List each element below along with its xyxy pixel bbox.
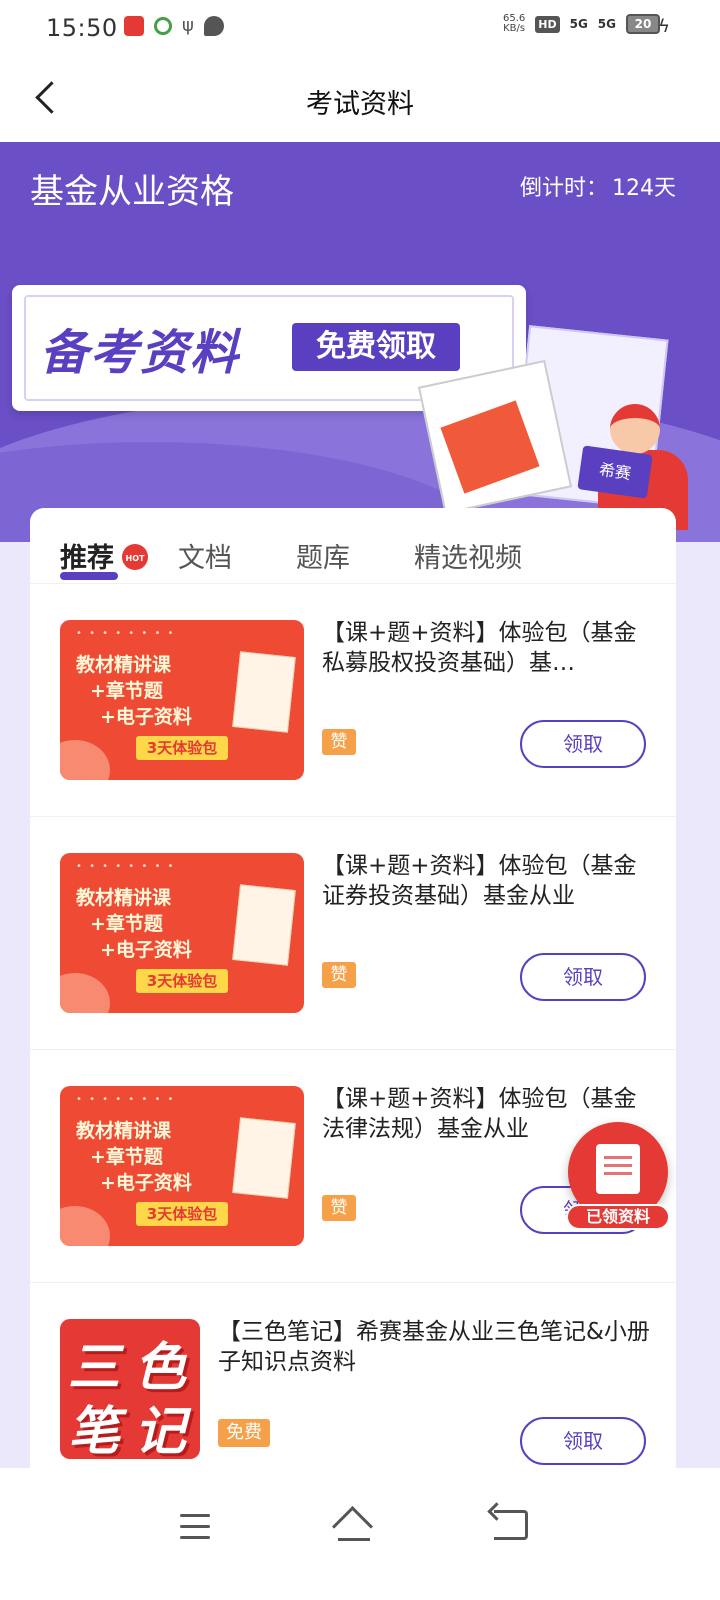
list-item[interactable]: 三 色 笔 记 【三色笔记】希赛基金从业三色笔记&小册子知识点资料 免费 领取 [30,1283,676,1468]
thumb-dots: • • • • • • • • [76,861,176,872]
category-tabs: 推荐 HOT 文档 题库 精选视频 [30,508,676,584]
chat-icon [203,16,224,36]
countdown-value: 124天 [612,176,676,201]
person-head-illustration [610,404,660,454]
exam-banner: 基金从业资格 倒计时： 124天 备考资料 免费领取 希赛 [0,142,720,542]
course-thumbnail: • • • • • • • • 教材精讲课 +章节题 +电子资料 3天体验包 [60,620,304,780]
certificate-title: 基金从业资格 [30,172,234,212]
claim-button[interactable]: 领取 [520,720,646,768]
status-bar: 15:50 ψ 65.6 KB/s HD 5G 5G 20 ϟ [0,0,720,56]
tab-question-bank[interactable]: 题库 [296,536,350,575]
free-tag: 免费 [218,1419,270,1447]
app-notification-icon [124,16,144,36]
praise-tag: 赞 [322,1195,356,1221]
tab-recommended[interactable]: 推荐 [60,536,114,575]
status-indicators: 65.6 KB/s HD 5G 5G 20 [503,14,660,34]
item-title[interactable]: 【课+题+资料】体验包（基金证券投资基础）基金从业 [322,851,652,911]
item-title[interactable]: 【课+题+资料】体验包（基金私募股权投资基础）基… [322,618,652,678]
exam-countdown: 倒计时： 124天 [520,170,676,202]
countdown-label: 倒计时： [519,176,608,201]
thumb-line-2: +章节题 [90,913,163,935]
menu-icon[interactable] [180,1514,212,1540]
list-item[interactable]: • • • • • • • • 教材精讲课 +章节题 +电子资料 3天体验包 【… [30,584,676,817]
thumb-line-2: +章节题 [90,1146,163,1168]
signal-icon-1: 5G [569,17,588,31]
notification-icons: ψ [124,16,224,36]
notes-char: 笔 [68,1402,121,1459]
home-icon[interactable] [334,1508,374,1544]
thumb-decoration [60,1206,110,1246]
praise-tag: 赞 [322,962,356,988]
hd-voice-icon: HD [535,15,560,33]
paper-scroll-icon [232,651,296,733]
network-speed: 65.6 KB/s [502,13,526,34]
document-icon [596,1144,640,1194]
trial-badge: 3天体验包 [136,736,228,760]
paper-scroll-icon [232,1117,296,1199]
sync-icon [154,17,172,35]
course-thumbnail: • • • • • • • • 教材精讲课 +章节题 +电子资料 3天体验包 [60,1086,304,1246]
battery-icon: 20 [626,14,660,34]
claimed-materials-label: 已领资料 [566,1204,670,1230]
materials-panel: 推荐 HOT 文档 题库 精选视频 • • • • • • • • 教材精讲课 … [30,508,676,1468]
tab-documents[interactable]: 文档 [178,536,232,575]
page-title: 考试资料 [306,89,414,120]
notes-thumbnail: 三 色 笔 记 [60,1319,200,1459]
notes-char: 记 [134,1402,187,1459]
active-tab-indicator [60,572,118,580]
item-title[interactable]: 【三色笔记】希赛基金从业三色笔记&小册子知识点资料 [218,1317,658,1377]
usb-icon: ψ [182,15,194,36]
tab-featured-videos[interactable]: 精选视频 [414,536,522,575]
thumb-decoration [60,740,110,780]
thumb-dots: • • • • • • • • [76,1094,176,1105]
thumb-dots: • • • • • • • • [76,628,176,639]
thumb-line-3: +电子资料 [100,1172,192,1194]
list-item[interactable]: • • • • • • • • 教材精讲课 +章节题 +电子资料 3天体验包 【… [30,817,676,1050]
promo-main-text: 备考资料 [40,325,241,381]
thumb-line-1: 教材精讲课 [76,654,172,676]
trial-badge: 3天体验包 [136,969,228,993]
trial-badge: 3天体验包 [136,1202,228,1226]
thumb-line-3: +电子资料 [100,706,192,728]
course-thumbnail: • • • • • • • • 教材精讲课 +章节题 +电子资料 3天体验包 [60,853,304,1013]
thumb-line-2: +章节题 [90,680,163,702]
signal-icon-2: 5G [597,17,616,31]
claimed-materials-button[interactable]: 已领资料 [566,1122,670,1230]
thumb-line-3: +电子资料 [100,939,192,961]
back-icon[interactable] [494,1510,528,1540]
thumb-line-1: 教材精讲课 [76,887,172,909]
app-header: 考试资料 [0,56,720,142]
praise-tag: 赞 [322,729,356,755]
status-time: 15:50 [46,14,118,42]
hot-badge-icon: HOT [122,544,148,570]
charging-icon: ϟ [658,16,670,37]
claim-button[interactable]: 领取 [520,953,646,1001]
claim-button[interactable]: 领取 [520,1417,646,1465]
thumb-line-1: 教材精讲课 [76,1120,172,1142]
paper-scroll-icon [232,884,296,966]
system-nav-bar [0,1468,720,1600]
thumb-decoration [60,973,110,1013]
